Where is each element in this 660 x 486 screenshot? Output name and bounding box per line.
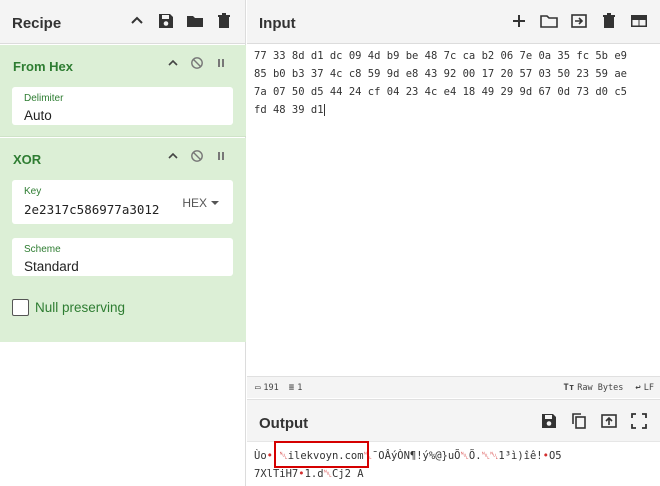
- operation-from-hex[interactable]: From Hex Delimiter Auto: [0, 45, 246, 137]
- lines-indicator: ≡ 1: [289, 383, 303, 393]
- caret-down-icon: [211, 201, 219, 205]
- delimiter-label: Delimiter: [24, 93, 64, 104]
- output-segment: ¯OÂýÒN¶!ý%@}uÕ: [371, 450, 461, 462]
- panel-splitter[interactable]: [247, 396, 660, 399]
- key-field[interactable]: Key 2e2317c586977a3012 HEX: [12, 180, 233, 224]
- control-char-dot: •: [266, 450, 273, 462]
- key-format-dropdown[interactable]: HEX: [182, 196, 219, 210]
- cyberchef-app: Recipe From Hex Delimiter Auto XOR Key 2…: [0, 0, 660, 486]
- recipe-panel: Recipe From Hex Delimiter Auto XOR Key 2…: [0, 0, 246, 486]
- chevron-up-icon[interactable]: [166, 56, 180, 70]
- key-label: Key: [24, 186, 42, 197]
- disable-icon[interactable]: [190, 56, 204, 70]
- encoding-value: Raw Bytes: [577, 383, 624, 393]
- chevron-up-icon[interactable]: [128, 12, 146, 30]
- length-icon: ▭: [255, 383, 261, 393]
- highlight-annotation-box: [274, 441, 369, 468]
- input-header: Input: [247, 0, 660, 44]
- open-folder-icon[interactable]: [540, 12, 558, 30]
- encoding-selector[interactable]: Tт Raw Bytes: [563, 383, 623, 393]
- null-preserving-option[interactable]: Null preserving: [12, 299, 125, 316]
- scheme-field[interactable]: Scheme Standard: [12, 238, 233, 276]
- input-line: 77 33 8d d1 dc 09 4d b9 be 48 7c ca b2 0…: [254, 50, 627, 62]
- input-line: fd 48 39 d1: [254, 104, 324, 116]
- key-format-label: HEX: [182, 196, 207, 210]
- input-panel: Input 77 33 8d d1 dc 09 4d b9 be 48 7c c…: [247, 0, 660, 398]
- output-header: Output: [247, 400, 660, 442]
- length-indicator: ▭ 191: [255, 383, 279, 393]
- pause-icon[interactable]: [214, 149, 228, 163]
- folder-icon[interactable]: [186, 12, 204, 30]
- output-segment: Cj2 A: [331, 468, 364, 480]
- length-value: 191: [263, 383, 279, 393]
- null-preserving-checkbox[interactable]: [12, 299, 29, 316]
- operation-name: From Hex: [13, 59, 73, 74]
- output-segment: O5: [548, 450, 562, 462]
- chevron-up-icon[interactable]: [166, 149, 180, 163]
- disable-icon[interactable]: [190, 149, 204, 163]
- delete-icon[interactable]: [600, 12, 618, 30]
- text-encoding-icon: Tт: [563, 383, 575, 393]
- operation-xor[interactable]: XOR Key 2e2317c586977a3012 HEX Scheme St…: [0, 138, 246, 342]
- fullscreen-icon[interactable]: [630, 412, 648, 430]
- return-icon: ↩: [635, 383, 641, 393]
- eol-selector[interactable]: ↩ LF: [635, 383, 654, 393]
- null-preserving-label: Null preserving: [35, 300, 126, 315]
- save-icon[interactable]: [157, 12, 175, 30]
- copy-icon[interactable]: [570, 412, 588, 430]
- scheme-label: Scheme: [24, 244, 61, 255]
- recipe-title: Recipe: [12, 15, 62, 32]
- delete-icon[interactable]: [215, 12, 233, 30]
- eol-value: LF: [643, 383, 654, 393]
- lines-value: 1: [297, 383, 303, 393]
- output-title: Output: [259, 415, 309, 432]
- add-icon[interactable]: [510, 12, 528, 30]
- layout-icon[interactable]: [630, 12, 648, 30]
- recipe-header: Recipe: [0, 0, 245, 44]
- lines-icon: ≡: [288, 383, 295, 393]
- scheme-value[interactable]: Standard: [24, 259, 79, 274]
- input-textarea[interactable]: 77 33 8d d1 dc 09 4d b9 be 48 7c ca b2 0…: [254, 47, 654, 119]
- text-cursor: [323, 104, 325, 116]
- input-title: Input: [259, 15, 296, 32]
- output-segment: 1.d: [304, 468, 324, 480]
- output-segment: Ùo: [254, 450, 267, 462]
- output-panel: Output Ùo• ␀ilekvoyn.com␀¯OÂýÒN¶!ý%@}uÕ␀…: [247, 399, 660, 486]
- pause-icon[interactable]: [214, 56, 228, 70]
- control-char-symbol: ␀␀: [481, 450, 499, 462]
- output-segment: Õ.: [468, 450, 482, 462]
- delimiter-value[interactable]: Auto: [24, 108, 52, 123]
- replace-input-icon[interactable]: [600, 412, 618, 430]
- output-segment: 7XlTiH7: [254, 468, 299, 480]
- input-line: 7a 07 50 d5 44 24 cf 04 23 4c e4 18 49 2…: [254, 86, 627, 98]
- control-char-symbol: ␀: [323, 468, 332, 480]
- save-icon[interactable]: [540, 412, 558, 430]
- input-statusbar: ▭ 191 ≡ 1 Tт Raw Bytes ↩ LF: [247, 376, 660, 398]
- delimiter-field[interactable]: Delimiter Auto: [12, 87, 233, 125]
- control-char-symbol: ␀: [460, 450, 469, 462]
- output-segment: 1³ì)îê!: [498, 450, 543, 462]
- key-value[interactable]: 2e2317c586977a3012: [24, 202, 159, 217]
- input-line: 85 b0 b3 37 4c c8 59 9d e8 43 92 00 17 2…: [254, 68, 627, 80]
- operation-name: XOR: [13, 152, 42, 167]
- open-file-icon[interactable]: [570, 12, 588, 30]
